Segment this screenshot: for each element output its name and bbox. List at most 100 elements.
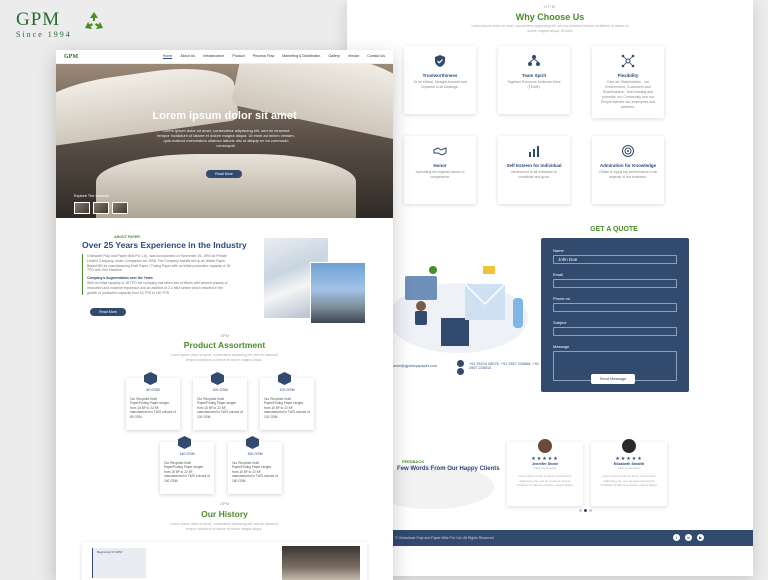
nav-item-marketing[interactable]: Marketing & Distribution bbox=[282, 54, 320, 59]
why-card-desc: Benevolent to all individual to contribu… bbox=[511, 170, 557, 179]
nav-item-infrastructure[interactable]: Infrastructure bbox=[203, 54, 224, 59]
nav-item-process-flow[interactable]: Process Flow bbox=[253, 54, 275, 59]
testimonial-text: Lorem ipsum dolor sit amet, consectetur … bbox=[600, 474, 658, 487]
testimonials-title: Few Words From Our Happy Clients bbox=[397, 466, 500, 472]
product-card[interactable]: 120 GSM Our Recycled Kraft Paper/Fluting… bbox=[260, 372, 314, 430]
subject-label: Subject bbox=[553, 320, 567, 325]
product-desc: Our Recycled Kraft Paper/Fluting Paper r… bbox=[164, 461, 210, 483]
linkedin-icon[interactable]: in bbox=[685, 534, 692, 541]
box-icon bbox=[178, 436, 191, 449]
history-panel: Beginning Of GPM bbox=[82, 542, 367, 580]
message-label: Message bbox=[553, 344, 570, 349]
paper-roll-graphic bbox=[96, 154, 356, 218]
front-page-mockup: GPM Home About Us Infrastructure Product… bbox=[56, 50, 393, 580]
email-field[interactable] bbox=[553, 279, 677, 288]
facebook-icon[interactable]: f bbox=[673, 534, 680, 541]
products-tag: GPM bbox=[219, 333, 230, 338]
avatar bbox=[621, 438, 637, 454]
carousel-dots[interactable] bbox=[579, 509, 592, 512]
why-card-title: Admiration for Knowledge bbox=[599, 163, 657, 168]
target-icon bbox=[622, 145, 634, 157]
about-title: Over 25 Years Experience in the Industry bbox=[82, 240, 247, 250]
history-title: Our History bbox=[201, 509, 248, 519]
hero-read-more-button[interactable]: Read More bbox=[206, 170, 242, 178]
product-card[interactable]: 80 GSM Our Recycled Kraft Paper/Fluting … bbox=[126, 372, 180, 430]
products-title: Product Assortment bbox=[183, 340, 266, 350]
about-text: Goteswari Pulp and Paper Mills Pvt. Ltd.… bbox=[82, 254, 234, 296]
name-label: Name bbox=[553, 248, 564, 253]
phone-field[interactable] bbox=[553, 303, 677, 312]
testimonial-card: ★★★★★ Jennifer Stone CEO of company Lore… bbox=[507, 438, 583, 506]
history-card-label: Beginning Of GPM bbox=[97, 550, 123, 554]
product-desc: Our Recycled Kraft Paper/Fluting Paper r… bbox=[197, 397, 243, 419]
factory-photo bbox=[310, 262, 366, 324]
send-message-button[interactable]: Send Message bbox=[591, 374, 635, 384]
why-card-desc: To be ethical, Straight-forward and Impa… bbox=[413, 80, 467, 89]
carousel-dot[interactable] bbox=[579, 509, 582, 512]
product-card[interactable]: 100 GSM Our Recycled Kraft Paper/Fluting… bbox=[193, 372, 247, 430]
about-read-more-button[interactable]: Read More bbox=[90, 308, 126, 316]
avatar bbox=[537, 438, 553, 454]
history-card: Beginning Of GPM bbox=[92, 548, 146, 578]
nav-item-home[interactable]: Home bbox=[162, 54, 173, 59]
contact-email: gpbaran@gpdiaryapaper.com bbox=[387, 364, 438, 368]
industry-thumbnail[interactable] bbox=[74, 202, 90, 214]
box-icon bbox=[278, 372, 291, 385]
nav-menu: Home About Us Infrastructure Product Pro… bbox=[162, 54, 385, 59]
industry-thumbnail[interactable] bbox=[93, 202, 109, 214]
contact-illustration bbox=[388, 266, 528, 353]
industry-thumbnail[interactable] bbox=[112, 202, 128, 214]
box-icon bbox=[144, 372, 157, 385]
phone-label: Phone no bbox=[553, 296, 571, 301]
handshake-icon bbox=[433, 147, 447, 156]
testimonial-text: Lorem ipsum dolor sit amet, consectetur … bbox=[516, 474, 574, 487]
product-desc: Our Recycled Kraft Paper/Fluting Paper r… bbox=[264, 397, 310, 419]
why-card-desc: Obtain & Apply top performance in all as… bbox=[599, 170, 657, 179]
product-desc: Our Recycled Kraft Paper/Fluting Paper r… bbox=[130, 397, 176, 419]
quote-title: GET A QUOTE bbox=[590, 226, 638, 233]
about-paragraph: Goteswari Pulp and Paper Mills Pvt. Ltd.… bbox=[87, 254, 231, 273]
back-page-mockup: GPM Why Choose Us Lorem ipsum dolor sit … bbox=[347, 0, 753, 576]
hero-text: Lorem ipsum dolor sit amet, consectetur … bbox=[157, 128, 295, 148]
why-subtitle: Lorem ipsum dolor sit amet, consectetur … bbox=[471, 24, 629, 33]
about-tag: ABOUT PAPER bbox=[114, 235, 140, 239]
youtube-icon[interactable]: ▶ bbox=[697, 534, 704, 541]
chart-icon bbox=[529, 146, 539, 157]
brand-logo: GPM Since 1994 bbox=[16, 10, 108, 39]
top-nav: GPM Home About Us Infrastructure Product… bbox=[56, 50, 393, 64]
product-desc: Our Recycled Kraft Paper/Fluting Paper r… bbox=[232, 461, 278, 483]
history-subtitle: Lorem ipsum dolor sit amet, consectetur … bbox=[170, 522, 278, 531]
footer-bar: © Goteshwar Pulp and Paper Mills Pvt. Lt… bbox=[347, 530, 753, 546]
nav-logo[interactable]: GPM bbox=[64, 54, 78, 60]
carousel-dot[interactable] bbox=[584, 509, 587, 512]
why-card: Admiration for Knowledge Obtain & Apply … bbox=[592, 136, 664, 204]
nav-item-about[interactable]: About Us bbox=[180, 54, 195, 59]
product-card[interactable]: 140 GSM Our Recycled Kraft Paper/Fluting… bbox=[160, 436, 214, 494]
nav-item-contact[interactable]: Contact Us bbox=[367, 54, 385, 59]
why-tag: GPM bbox=[543, 4, 557, 9]
team-icon bbox=[528, 55, 540, 66]
history-photo bbox=[282, 546, 360, 580]
products-subtitle: Lorem ipsum dolor sit amet, consectetur … bbox=[170, 353, 278, 362]
hero-banner: Lorem ipsum dolor sit amet Lorem ipsum d… bbox=[56, 64, 393, 218]
mail-icon bbox=[457, 368, 464, 375]
subject-field[interactable] bbox=[553, 327, 677, 336]
why-card-desc: Together Everyone Achieves More (TEAM). bbox=[507, 80, 561, 89]
product-card[interactable]: 160 GSM Our Recycled Kraft Paper/Fluting… bbox=[228, 436, 282, 494]
hero-title: Lorem ipsum dolor sit amet bbox=[152, 110, 297, 122]
nav-item-vendor[interactable]: Vendor bbox=[348, 54, 359, 59]
footer-copyright: © Goteshwar Pulp and Paper Mills Pvt. Lt… bbox=[395, 536, 494, 540]
history-tag: GPM bbox=[219, 501, 230, 506]
explore-label: Explore The Industry bbox=[74, 194, 109, 198]
phone-icon bbox=[457, 360, 464, 367]
carousel-dot[interactable] bbox=[589, 509, 592, 512]
name-field[interactable]: John Doe bbox=[553, 255, 677, 264]
testimonial-card: ★★★★★ Elizabeth Smalth CEO of company Lo… bbox=[591, 438, 667, 506]
why-card-desc: Upholding the highest values of competen… bbox=[415, 170, 465, 179]
box-icon bbox=[246, 436, 259, 449]
quote-form: Name John Doe Email Phone no Subject Mes… bbox=[541, 238, 689, 392]
email-label: Email bbox=[553, 272, 564, 277]
nav-item-gallery[interactable]: Gallery bbox=[328, 54, 339, 59]
nav-item-product[interactable]: Product bbox=[232, 54, 244, 59]
why-card: Self Esteem for Individual Benevolent to… bbox=[498, 136, 570, 204]
